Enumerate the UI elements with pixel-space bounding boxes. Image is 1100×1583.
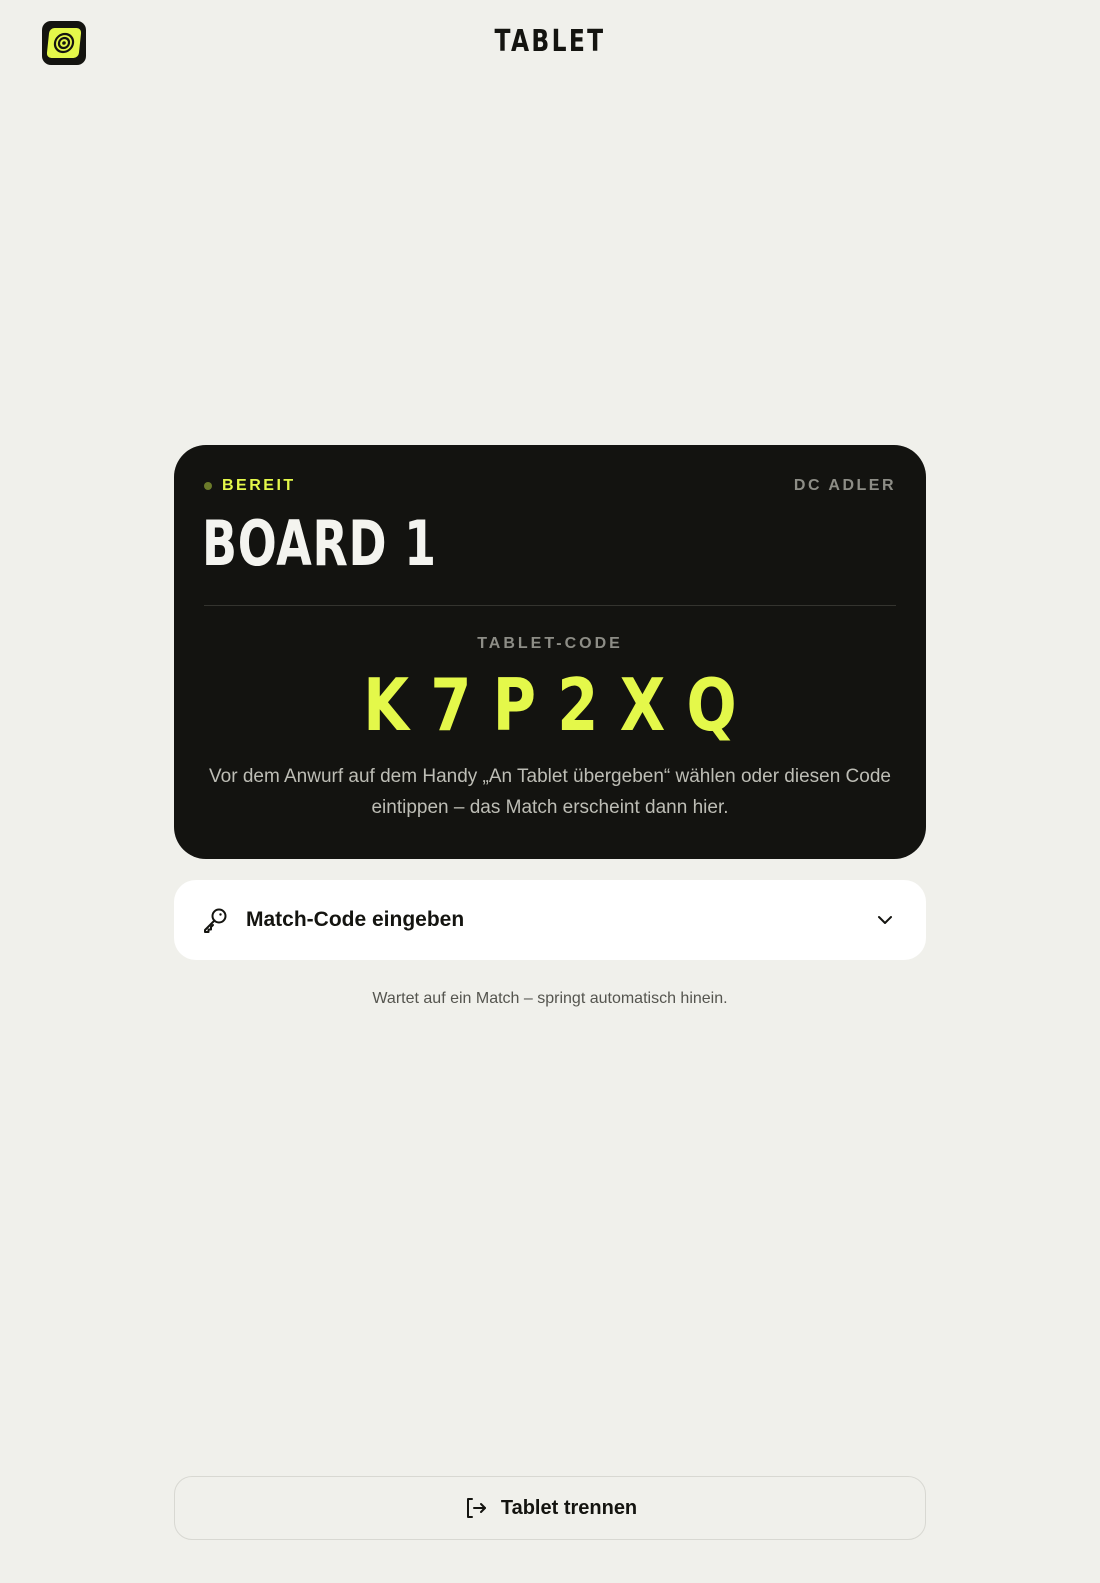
card-hint: Vor dem Anwurf auf dem Handy „An Tablet …: [209, 766, 891, 818]
card-divider: [204, 605, 896, 606]
dartboard-logo-icon: [42, 21, 86, 65]
logout-icon: [463, 1495, 489, 1521]
page-title: TABLET: [494, 24, 606, 59]
tablet-page: TABLET BEREIT DC ADLER BOARD 1 TABLET-CO…: [0, 0, 1100, 1583]
disconnect-tablet-button[interactable]: Tablet trennen: [174, 1476, 926, 1540]
club-name: DC ADLER: [793, 477, 896, 494]
chevron-down-icon[interactable]: [874, 909, 896, 931]
status-label: BEREIT: [222, 477, 296, 494]
disconnect-label: Tablet trennen: [500, 1496, 638, 1519]
tablet-code-value: K7P2XQ: [363, 663, 759, 747]
key-icon: [200, 905, 230, 935]
match-code-toggle[interactable]: Match-Code eingeben: [174, 880, 926, 960]
tablet-code-label: TABLET-CODE: [477, 635, 623, 652]
status-dot-icon: [204, 482, 212, 490]
status-badge: BEREIT: [204, 477, 296, 495]
board-card: BEREIT DC ADLER BOARD 1 TABLET-CODE K7P2…: [174, 445, 926, 859]
waiting-hint: Wartet auf ein Match – springt automatis…: [372, 990, 728, 1007]
match-code-label: Match-Code eingeben: [246, 908, 465, 931]
board-name: BOARD 1: [202, 507, 437, 580]
